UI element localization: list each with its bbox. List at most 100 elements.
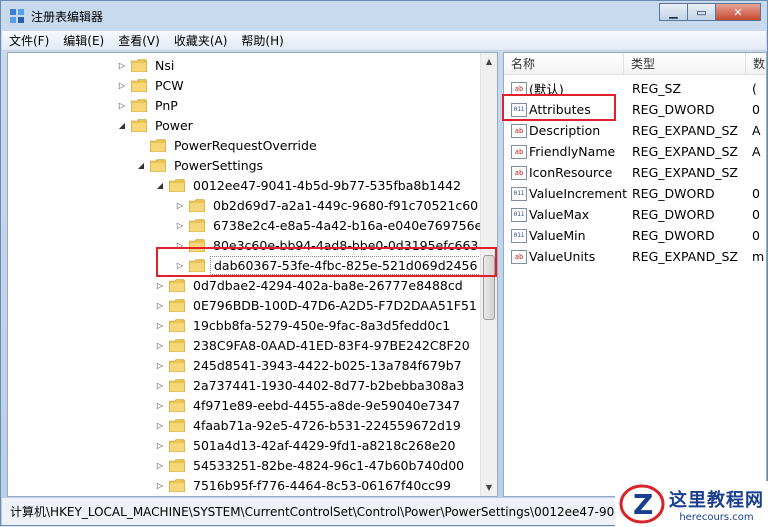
- value-row[interactable]: ab Description REG_EXPAND_SZ A: [504, 120, 766, 141]
- scroll-up-icon[interactable]: ▲: [481, 53, 497, 70]
- column-header-data[interactable]: 数: [746, 53, 766, 75]
- expand-arrow-icon[interactable]: ▷: [154, 381, 166, 390]
- tree-node[interactable]: PowerRequestOverride: [135, 135, 320, 155]
- tree-node[interactable]: ▷ 2a737441-1930-4402-8d77-b2bebba308a3: [154, 375, 467, 395]
- folder-icon: [169, 318, 185, 332]
- regedit-app-icon: [10, 9, 24, 23]
- tree-node[interactable]: ▷ 0d7dbae2-4294-402a-ba8e-26777e8488cd: [154, 275, 466, 295]
- expand-arrow-icon[interactable]: ▷: [154, 301, 166, 310]
- tree-node[interactable]: ▷ 4f971e89-eebd-4455-a8de-9e59040e7347: [154, 395, 463, 415]
- expand-arrow-icon[interactable]: ▷: [154, 421, 166, 430]
- scroll-down-icon[interactable]: ▼: [481, 479, 497, 496]
- tree-node[interactable]: ▷ 7516b95f-f776-4464-8c53-06167f40cc99: [154, 475, 454, 495]
- menu-view[interactable]: 查看(V): [111, 32, 167, 49]
- tree-node-label: 54533251-82be-4824-96c1-47b60b740d00: [193, 457, 465, 473]
- folder-icon: [169, 298, 185, 312]
- folder-icon: [189, 198, 205, 212]
- reg-string-icon: ab: [511, 144, 527, 159]
- tree-node-label: 2a737441-1930-4402-8d77-b2bebba308a3: [193, 377, 465, 393]
- tree-node[interactable]: ▷ PnP: [116, 95, 181, 115]
- value-type: REG_EXPAND_SZ: [632, 165, 738, 180]
- maximize-button[interactable]: ▭: [687, 3, 715, 21]
- tree-node[interactable]: ▷ 54533251-82be-4824-96c1-47b60b740d00: [154, 455, 467, 475]
- collapse-arrow-icon[interactable]: ◢: [154, 181, 166, 190]
- expand-arrow-icon[interactable]: ▷: [116, 101, 128, 110]
- reg-string-icon: ab: [511, 165, 527, 180]
- expand-arrow-icon[interactable]: ▷: [174, 201, 186, 210]
- collapse-arrow-icon[interactable]: ◢: [116, 121, 128, 130]
- tree-node-label: 0012ee47-9041-4b5d-9b77-535fba8b1442: [193, 177, 462, 193]
- close-button[interactable]: ✕: [715, 3, 761, 21]
- menu-help[interactable]: 帮助(H): [234, 32, 290, 49]
- expand-arrow-icon[interactable]: ▷: [154, 461, 166, 470]
- folder-icon: [169, 338, 185, 352]
- tree-node[interactable]: ▷ 245d8541-3943-4422-b025-13a784f679b7: [154, 355, 465, 375]
- tree-node[interactable]: ▷ 4faab71a-92e5-4726-b531-224559672d19: [154, 415, 464, 435]
- folder-icon: [169, 378, 185, 392]
- tree-node[interactable]: ◢ PowerSettings: [135, 155, 266, 175]
- watermark-title: 这里教程网: [669, 489, 764, 511]
- expand-arrow-icon[interactable]: ▷: [154, 361, 166, 370]
- tree-node-label: 501a4d13-42af-4429-9fd1-a8218c268e20: [193, 437, 456, 453]
- watermark-logo-icon: Z: [619, 484, 665, 524]
- expand-arrow-icon[interactable]: ▷: [154, 441, 166, 450]
- value-name: ValueIncrement: [529, 186, 628, 201]
- tree-node[interactable]: ▷ 501a4d13-42af-4429-9fd1-a8218c268e20: [154, 435, 459, 455]
- value-row[interactable]: ab IconResource REG_EXPAND_SZ: [504, 162, 766, 183]
- value-type: REG_DWORD: [632, 102, 715, 117]
- tree-node-label: PowerRequestOverride: [174, 137, 317, 153]
- tree-node[interactable]: ◢ Power: [116, 115, 196, 135]
- folder-icon: [150, 158, 166, 172]
- tree-node-label: 19cbb8fa-5279-450e-9fac-8a3d5fedd0c1: [193, 317, 451, 333]
- expand-arrow-icon[interactable]: ▷: [174, 221, 186, 230]
- menu-edit[interactable]: 编辑(E): [56, 32, 111, 49]
- expand-arrow-icon[interactable]: ▷: [154, 401, 166, 410]
- column-header-type[interactable]: 类型: [624, 53, 746, 75]
- folder-icon: [169, 278, 185, 292]
- window-controls: ▁ ▭ ✕: [659, 3, 761, 21]
- expand-arrow-icon[interactable]: ▷: [154, 341, 166, 350]
- value-row[interactable]: 011 ValueIncrement REG_DWORD 0: [504, 183, 766, 204]
- column-header-name[interactable]: 名称: [504, 53, 624, 75]
- expand-arrow-icon[interactable]: ▷: [116, 61, 128, 70]
- value-row[interactable]: ab ValueUnits REG_EXPAND_SZ m: [504, 246, 766, 267]
- watermark: Z 这里教程网 herecours.com: [615, 481, 768, 527]
- highlight-selected-key: [156, 247, 497, 277]
- collapse-arrow-icon[interactable]: ◢: [135, 161, 147, 170]
- tree-node-label: PowerSettings: [174, 157, 264, 173]
- value-name: IconResource: [529, 165, 613, 180]
- expand-arrow-icon[interactable]: ▷: [154, 481, 166, 490]
- value-name: ValueUnits: [529, 249, 596, 264]
- tree-node[interactable]: ▷ 0b2d69d7-a2a1-449c-9680-f91c70521c60: [174, 195, 481, 215]
- folder-icon: [169, 458, 185, 472]
- tree-node[interactable]: ◢ 0012ee47-9041-4b5d-9b77-535fba8b1442: [154, 175, 464, 195]
- expand-arrow-icon[interactable]: ▷: [154, 321, 166, 330]
- menu-bar: 文件(F) 编辑(E) 查看(V) 收藏夹(A) 帮助(H): [2, 31, 766, 51]
- value-row[interactable]: ab FriendlyName REG_EXPAND_SZ A: [504, 141, 766, 162]
- folder-icon: [169, 478, 185, 492]
- watermark-url: herecours.com: [679, 511, 754, 523]
- value-row[interactable]: 011 ValueMin REG_DWORD 0: [504, 225, 766, 246]
- minimize-icon: ▁: [669, 5, 678, 19]
- folder-icon: [169, 358, 185, 372]
- menu-favorites[interactable]: 收藏夹(A): [167, 32, 235, 49]
- registry-editor-window: 注册表编辑器 ▁ ▭ ✕ 文件(F) 编辑(E) 查看(V) 收藏夹(A) 帮助…: [0, 0, 768, 527]
- watermark-text: 这里教程网 herecours.com: [669, 486, 764, 523]
- tree-node[interactable]: ▷ Nsi: [116, 55, 177, 75]
- tree-node[interactable]: ▷ 6738e2c4-e8a5-4a42-b16a-e040e769756e: [174, 215, 485, 235]
- expand-arrow-icon[interactable]: ▷: [116, 81, 128, 90]
- title-bar[interactable]: 注册表编辑器 ▁ ▭ ✕: [1, 1, 767, 31]
- tree-node[interactable]: ▷ 0E796BDB-100D-47D6-A2D5-F7D2DAA51F51: [154, 295, 480, 315]
- value-row[interactable]: 011 ValueMax REG_DWORD 0: [504, 204, 766, 225]
- tree-node[interactable]: ▷ 238C9FA8-0AAD-41ED-83F4-97BE242C8F20: [154, 335, 473, 355]
- tree-node[interactable]: ▷ PCW: [116, 75, 187, 95]
- value-data: 0: [752, 102, 760, 117]
- reg-string-icon: ab: [511, 249, 527, 264]
- menu-file[interactable]: 文件(F): [2, 32, 56, 49]
- folder-icon: [131, 118, 147, 132]
- expand-arrow-icon[interactable]: ▷: [154, 281, 166, 290]
- tree-node[interactable]: ▷ 19cbb8fa-5279-450e-9fac-8a3d5fedd0c1: [154, 315, 453, 335]
- folder-icon: [169, 418, 185, 432]
- minimize-button[interactable]: ▁: [659, 3, 687, 21]
- value-type: REG_DWORD: [632, 228, 715, 243]
